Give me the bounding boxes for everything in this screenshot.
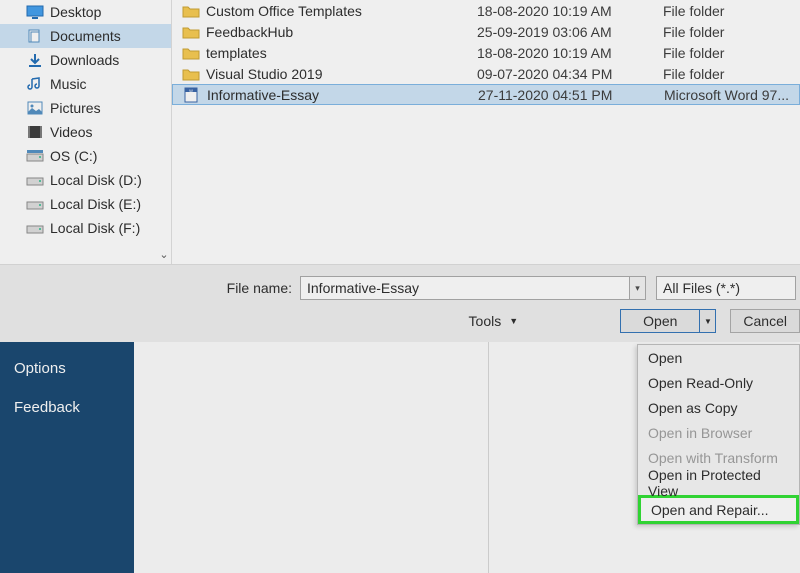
- music-icon: [26, 76, 44, 92]
- file-row[interactable]: Visual Studio 2019 09-07-2020 04:34 PMFil…: [172, 63, 800, 84]
- drive-icon: [26, 220, 44, 236]
- divider: [488, 342, 489, 573]
- word-doc-icon: W: [183, 87, 201, 103]
- file-type: File folder: [663, 24, 724, 40]
- menu-item-open-and-repair-[interactable]: Open and Repair...: [638, 495, 799, 524]
- file-date: 27-11-2020 04:51 PM: [478, 87, 664, 103]
- desktop-icon: [26, 4, 44, 20]
- file-name: Informative-Essay: [207, 87, 319, 103]
- sidebar-item-label: OS (C:): [50, 148, 97, 164]
- sidebar-item-documents[interactable]: Documents: [0, 24, 171, 48]
- folder-icon: [182, 66, 200, 82]
- file-type: File folder: [663, 66, 724, 82]
- sidebar-scroll-down-icon[interactable]: ⌄: [156, 246, 172, 262]
- file-row[interactable]: W Informative-Essay 27-11-2020 04:51 PMMic…: [172, 84, 800, 105]
- menu-item-open-in-browser: Open in Browser: [638, 420, 799, 445]
- menu-item-open-in-protected-view[interactable]: Open in Protected View: [638, 470, 799, 495]
- file-row[interactable]: templates 18-08-2020 10:19 AMFile folder: [172, 42, 800, 63]
- sidebar-item-videos[interactable]: Videos: [0, 120, 171, 144]
- open-split-dropdown-icon[interactable]: ▼: [699, 310, 715, 332]
- open-dialog: Desktop Documents Downloads Music Pictures Vi…: [0, 0, 800, 342]
- file-date: 18-08-2020 10:19 AM: [477, 3, 663, 19]
- sidebar-item-label: Documents: [50, 28, 121, 44]
- filename-label: File name:: [0, 280, 300, 296]
- documents-icon: [26, 28, 44, 44]
- filetype-filter[interactable]: All Files (*.*): [656, 276, 796, 300]
- file-name: Visual Studio 2019: [206, 66, 323, 82]
- sidebar-item-label: Local Disk (F:): [50, 220, 140, 236]
- drive-icon: [26, 196, 44, 212]
- backstage-feedback[interactable]: Feedback: [14, 399, 120, 416]
- dialog-footer: File name: Informative-Essay ▾ All Files…: [0, 264, 800, 342]
- pictures-icon: [26, 100, 44, 116]
- file-name: Custom Office Templates: [206, 3, 362, 19]
- folder-icon: [182, 24, 200, 40]
- file-type: Microsoft Word 97...: [664, 87, 789, 103]
- file-row[interactable]: Custom Office Templates 18-08-2020 10:19 …: [172, 0, 800, 21]
- sidebar-item-label: Music: [50, 76, 87, 92]
- navigation-sidebar: Desktop Documents Downloads Music Pictures Vi…: [0, 0, 172, 264]
- sidebar-item-music[interactable]: Music: [0, 72, 171, 96]
- file-date: 25-09-2019 03:06 AM: [477, 24, 663, 40]
- sidebar-item-label: Local Disk (E:): [50, 196, 141, 212]
- sidebar-item-label: Pictures: [50, 100, 101, 116]
- open-button[interactable]: Open ▼: [620, 309, 716, 333]
- file-date: 09-07-2020 04:34 PM: [477, 66, 663, 82]
- file-type: File folder: [663, 3, 724, 19]
- sidebar-item-label: Downloads: [50, 52, 119, 68]
- sidebar-item-local-disk-e-[interactable]: Local Disk (E:): [0, 192, 171, 216]
- folder-icon: [182, 45, 200, 61]
- sidebar-item-downloads[interactable]: Downloads: [0, 48, 171, 72]
- videos-icon: [26, 124, 44, 140]
- dialog-body: Desktop Documents Downloads Music Pictures Vi…: [0, 0, 800, 264]
- file-name: templates: [206, 45, 267, 61]
- folder-icon: [182, 3, 200, 19]
- svg-text:W: W: [189, 88, 193, 93]
- open-dropdown-menu: OpenOpen Read-OnlyOpen as CopyOpen in Br…: [637, 344, 800, 525]
- sidebar-item-os-c-[interactable]: OS (C:): [0, 144, 171, 168]
- sidebar-item-desktop[interactable]: Desktop: [0, 0, 171, 24]
- sidebar-item-local-disk-f-[interactable]: Local Disk (F:): [0, 216, 171, 240]
- filename-dropdown-icon[interactable]: ▾: [630, 276, 646, 300]
- drive-os-icon: [26, 148, 44, 164]
- sidebar-item-local-disk-d-[interactable]: Local Disk (D:): [0, 168, 171, 192]
- file-date: 18-08-2020 10:19 AM: [477, 45, 663, 61]
- tools-menu[interactable]: Tools ▼: [300, 313, 538, 329]
- sidebar-item-label: Desktop: [50, 4, 101, 20]
- menu-item-open-as-copy[interactable]: Open as Copy: [638, 395, 799, 420]
- menu-item-open-read-only[interactable]: Open Read-Only: [638, 370, 799, 395]
- file-list: Custom Office Templates 18-08-2020 10:19 …: [172, 0, 800, 264]
- file-row[interactable]: FeedbackHub 25-09-2019 03:06 AMFile folde…: [172, 21, 800, 42]
- sidebar-item-label: Videos: [50, 124, 93, 140]
- file-type: File folder: [663, 45, 724, 61]
- downloads-icon: [26, 52, 44, 68]
- app-backstage-sidebar: Options Feedback: [0, 342, 134, 573]
- sidebar-item-label: Local Disk (D:): [50, 172, 142, 188]
- file-name: FeedbackHub: [206, 24, 293, 40]
- filename-input[interactable]: Informative-Essay: [300, 276, 630, 300]
- drive-icon: [26, 172, 44, 188]
- backstage-options[interactable]: Options: [14, 360, 120, 377]
- cancel-button[interactable]: Cancel: [730, 309, 800, 333]
- chevron-down-icon: ▼: [509, 316, 518, 326]
- menu-item-open[interactable]: Open: [638, 345, 799, 370]
- sidebar-item-pictures[interactable]: Pictures: [0, 96, 171, 120]
